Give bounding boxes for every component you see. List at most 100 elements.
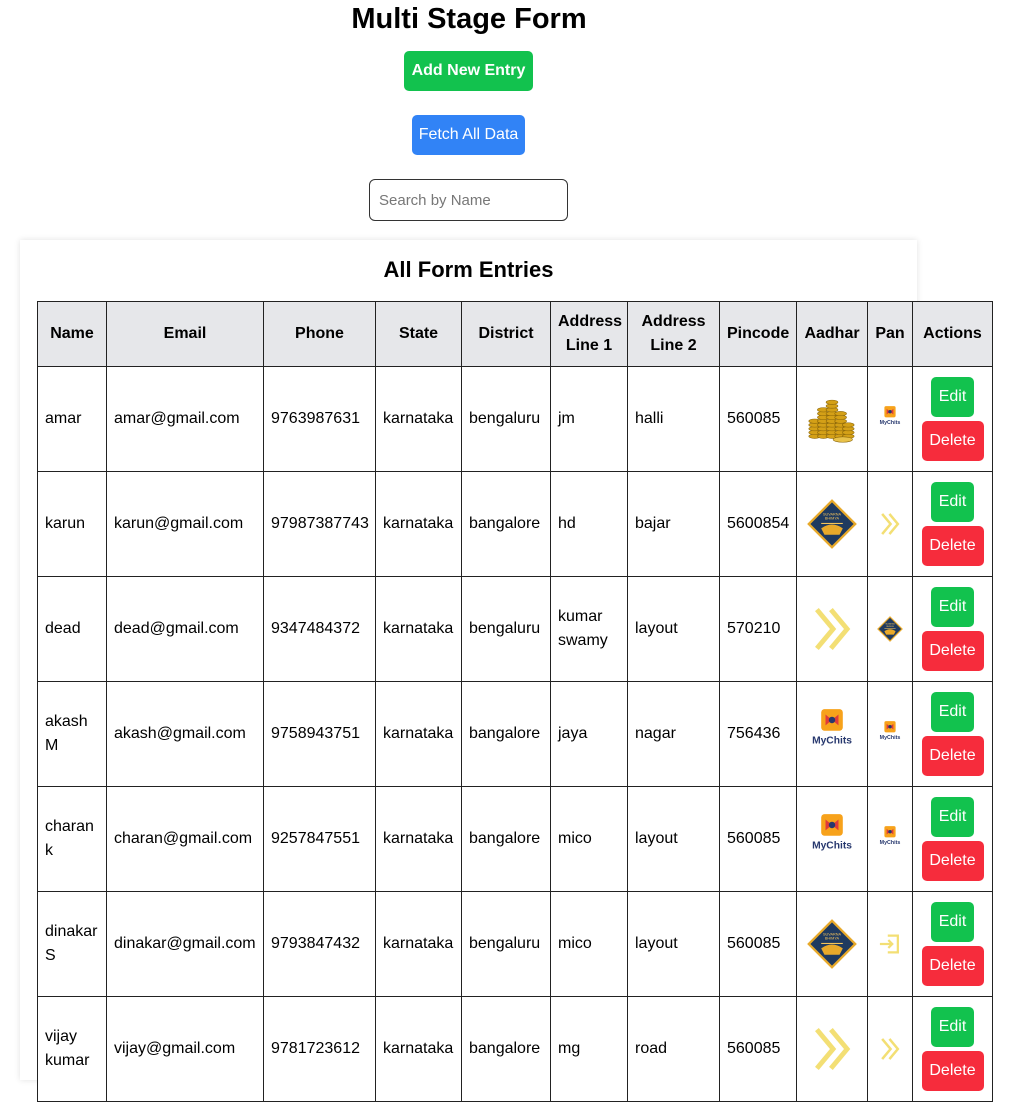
- cell-phone: 9347484372: [263, 576, 376, 682]
- cell-address2: nagar: [627, 681, 720, 787]
- diamond-badge-icon: SUVARNA BHIMYA: [876, 616, 904, 642]
- cell-actions: Edit Delete: [912, 471, 993, 577]
- table-header-row: Name Email Phone State District Address …: [37, 301, 993, 367]
- cell-actions: Edit Delete: [912, 366, 993, 472]
- cell-district: bangalore: [461, 996, 551, 1102]
- cell-aadhar: MyChits: [796, 681, 868, 787]
- cell-phone: 9758943751: [263, 681, 376, 787]
- table-row: charan k charan@gmail.com 9257847551 karnat…: [37, 786, 993, 892]
- cell-pan: MyChits: [867, 786, 913, 892]
- cell-address1: jm: [550, 366, 628, 472]
- edit-button[interactable]: Edit: [931, 902, 974, 942]
- mychits-logo-icon: MyChits: [805, 814, 859, 852]
- delete-button[interactable]: Delete: [921, 631, 984, 671]
- double-chevron-icon: [805, 1028, 859, 1070]
- table-row: amar amar@gmail.com 9763987631 karnataka ben…: [37, 366, 993, 472]
- cell-email: karun@gmail.com: [106, 471, 264, 577]
- cell-district: bangalore: [461, 471, 551, 577]
- edit-button[interactable]: Edit: [931, 587, 974, 627]
- cell-actions: Edit Delete: [912, 996, 993, 1102]
- cell-state: karnataka: [375, 786, 462, 892]
- cell-aadhar: SUVARNA BHIMYA: [796, 891, 868, 997]
- add-new-entry-button[interactable]: Add New Entry: [404, 51, 533, 91]
- table-row: vijay kumar vijay@gmail.com 9781723612 karn…: [37, 996, 993, 1102]
- mychits-logo-icon: MyChits: [876, 406, 904, 427]
- cell-state: karnataka: [375, 576, 462, 682]
- cell-email: dead@gmail.com: [106, 576, 264, 682]
- cell-aadhar: [796, 576, 868, 682]
- edit-button[interactable]: Edit: [931, 377, 974, 417]
- svg-text:MyChits: MyChits: [880, 420, 901, 426]
- cell-name: dead: [37, 576, 107, 682]
- column-header-phone: Phone: [263, 301, 376, 367]
- cell-pan: [867, 996, 913, 1102]
- delete-button[interactable]: Delete: [921, 946, 984, 986]
- cell-address2: bajar: [627, 471, 720, 577]
- svg-text:MyChits: MyChits: [880, 735, 901, 741]
- cell-email: vijay@gmail.com: [106, 996, 264, 1102]
- column-header-state: State: [375, 301, 462, 367]
- table-row: dinakar Sdinakar@gmail.com 9793847432 karn…: [37, 891, 993, 997]
- cell-state: karnataka: [375, 891, 462, 997]
- cell-actions: Edit Delete: [912, 891, 993, 997]
- mychits-logo-icon: MyChits: [876, 721, 904, 742]
- cell-state: karnataka: [375, 366, 462, 472]
- cell-address2: layout: [627, 786, 720, 892]
- svg-text:MyChits: MyChits: [812, 841, 852, 852]
- cell-address2: layout: [627, 576, 720, 682]
- gold-coins-icon: [805, 399, 859, 443]
- cell-pincode: 560085: [719, 891, 797, 997]
- cell-name: dinakar S: [37, 891, 107, 997]
- delete-button[interactable]: Delete: [921, 1051, 984, 1091]
- cell-aadhar: [796, 366, 868, 472]
- cell-address1: jaya: [550, 681, 628, 787]
- edit-button[interactable]: Edit: [931, 1007, 974, 1047]
- cell-pincode: 560085: [719, 786, 797, 892]
- table-row: akash Makash@gmail.com 9758943751 karnatak…: [37, 681, 993, 787]
- delete-button[interactable]: Delete: [921, 526, 984, 566]
- delete-button[interactable]: Delete: [921, 736, 984, 776]
- column-header-actions: Actions: [912, 301, 993, 367]
- edit-button[interactable]: Edit: [931, 797, 974, 837]
- fetch-all-data-button[interactable]: Fetch All Data: [412, 115, 525, 155]
- svg-text:SUVARNA: SUVARNA: [823, 512, 841, 516]
- table-row: karun karun@gmail.com 97987387743 karnataka…: [37, 471, 993, 577]
- delete-button[interactable]: Delete: [921, 421, 984, 461]
- column-header-address-line-1: Address Line 1: [550, 301, 628, 367]
- mychits-logo-icon: MyChits: [805, 709, 859, 747]
- cell-name: karun: [37, 471, 107, 577]
- cell-email: amar@gmail.com: [106, 366, 264, 472]
- cell-address1: mico: [550, 786, 628, 892]
- cell-aadhar: [796, 996, 868, 1102]
- double-chevron-icon: [876, 513, 904, 535]
- cell-pan: MyChits: [867, 681, 913, 787]
- cell-address2: halli: [627, 366, 720, 472]
- svg-text:MyChits: MyChits: [812, 736, 852, 747]
- cell-district: bengaluru: [461, 891, 551, 997]
- cell-actions: Edit Delete: [912, 681, 993, 787]
- search-input[interactable]: [369, 179, 568, 221]
- edit-button[interactable]: Edit: [931, 482, 974, 522]
- cell-name: amar: [37, 366, 107, 472]
- page-title: Multi Stage Form: [351, 3, 587, 35]
- column-header-pan: Pan: [867, 301, 913, 367]
- mychits-logo-icon: MyChits: [876, 826, 904, 847]
- edit-button[interactable]: Edit: [931, 692, 974, 732]
- cell-pincode: 560085: [719, 366, 797, 472]
- delete-button[interactable]: Delete: [921, 841, 984, 881]
- diamond-badge-icon: SUVARNA BHIMYA: [805, 919, 859, 969]
- cell-district: bengaluru: [461, 366, 551, 472]
- cell-district: bangalore: [461, 681, 551, 787]
- column-header-address-line-2: Address Line 2: [627, 301, 720, 367]
- double-chevron-icon: [805, 608, 859, 650]
- cell-name: akash M: [37, 681, 107, 787]
- cell-pan: MyChits: [867, 366, 913, 472]
- cell-email: akash@gmail.com: [106, 681, 264, 787]
- cell-pincode: 560085: [719, 996, 797, 1102]
- svg-text:BHIMYA: BHIMYA: [825, 517, 840, 521]
- cell-pan: [867, 891, 913, 997]
- column-header-email: Email: [106, 301, 264, 367]
- cell-aadhar: MyChits: [796, 786, 868, 892]
- cell-state: karnataka: [375, 996, 462, 1102]
- cell-name: vijay kumar: [37, 996, 107, 1102]
